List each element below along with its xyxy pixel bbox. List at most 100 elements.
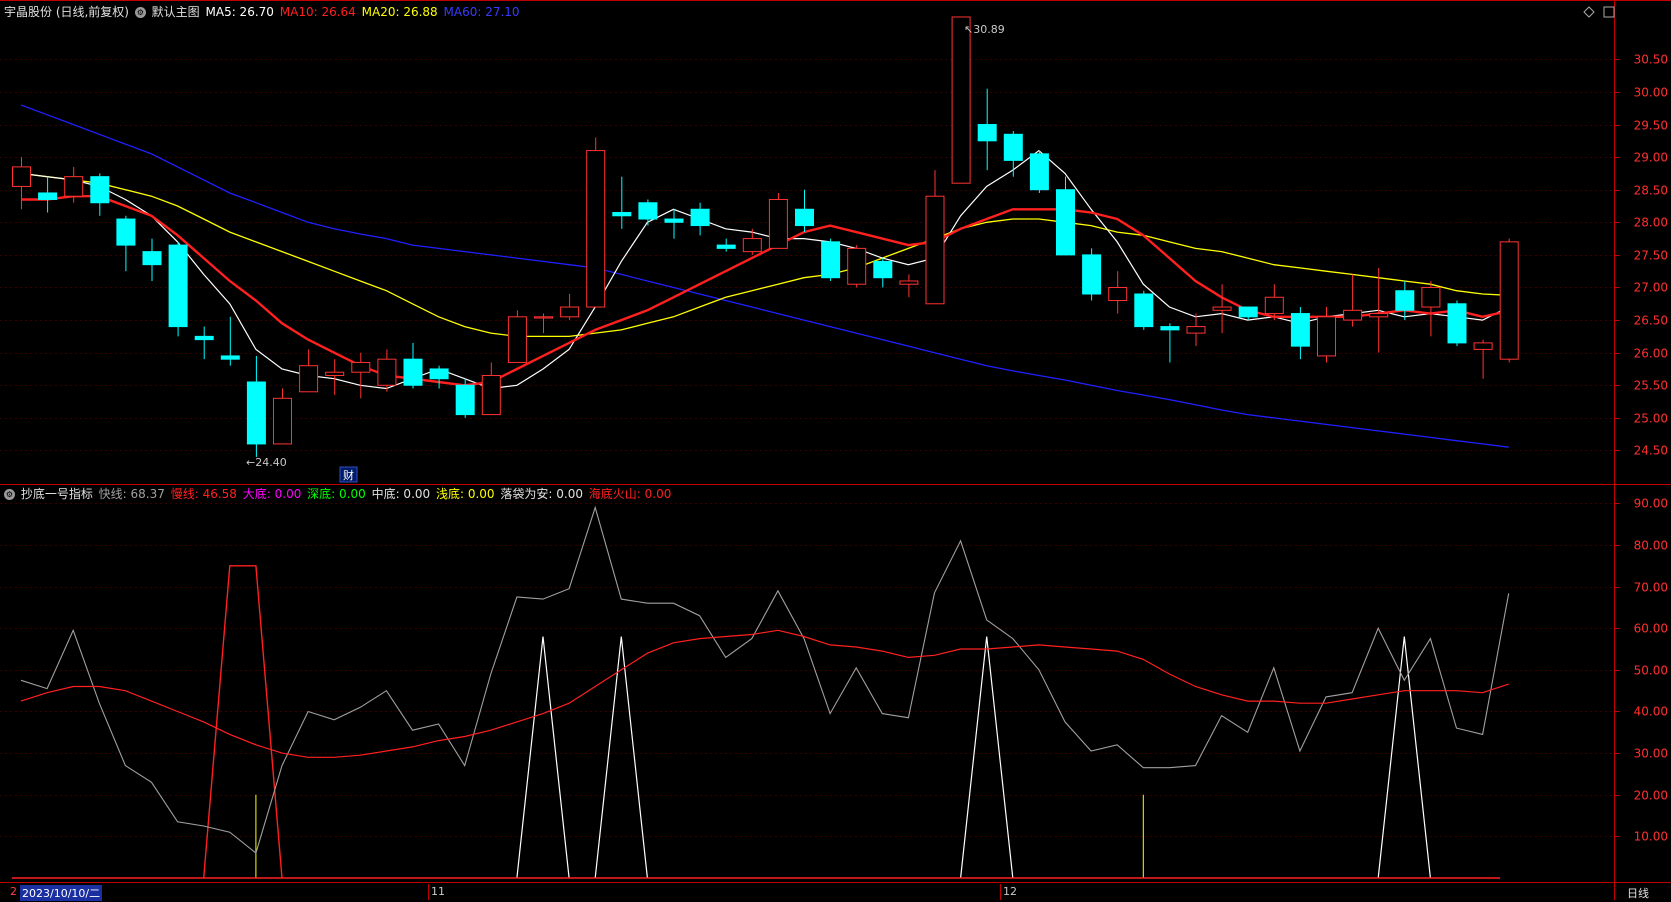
candle [246,355,266,457]
candle-body-down [142,251,162,266]
candle [690,202,710,236]
candle [1499,238,1519,363]
price-tick-label: 29.50 [1634,119,1668,133]
candle-body-down [38,192,58,200]
candle [951,16,971,184]
candle [586,137,606,308]
candle [220,316,240,366]
price-tick-label: 29.00 [1634,151,1668,165]
indicator-settings-icon[interactable]: ⚙ [4,489,15,500]
indicator-grid [0,503,1614,837]
candle [1029,150,1049,193]
price-tick-label: 30.50 [1634,53,1668,67]
candle-body-down [403,358,423,386]
candle-body-down [168,244,188,328]
candle [638,199,658,226]
high-price-label: ↖30.89 [964,23,1005,36]
big-bottom-signal [203,565,283,879]
price-tick-label: 24.50 [1634,444,1668,458]
candlestick-series[interactable] [12,16,1519,457]
ma-lines [20,104,1509,448]
candle [1447,300,1467,347]
finance-marker[interactable]: 财 [343,467,354,483]
candle-body-down [429,368,449,380]
indicator-axis: 10.00 20.00 30.00 40.00 50.00 60.00 70.00 80.00… [1614,497,1668,844]
price-tick-label: 30.00 [1634,86,1668,100]
candle-body-down [1003,133,1023,161]
candle-body-down [664,218,684,223]
fast-line-value: 快线: 68.37 [98,487,165,501]
candle-body-down [90,176,110,204]
window-icon[interactable] [1603,6,1615,18]
candle [612,176,632,229]
candle-body-down [455,384,475,416]
price-tick-label: 27.50 [1634,249,1668,263]
candle-body-up [1499,241,1519,360]
candle-body-up [481,374,501,416]
candle-body-up [299,365,319,393]
candle [1343,274,1363,327]
candle [116,215,136,272]
candle [1473,339,1493,379]
ma5-value: MA5: 26.70 [205,5,274,19]
big-bottom-value: 大底: 0.00 [242,487,302,501]
slow-line [20,629,1509,758]
candle-body-down [1134,293,1154,328]
candle-body-down [977,124,997,142]
candle-body-up [925,195,945,305]
candle-body-up [951,16,971,184]
candle [742,228,762,255]
candle [299,349,319,393]
indicator-name[interactable]: 抄底一号指标 [21,487,93,501]
candle-body-down [194,335,214,341]
candle-body-down [1029,153,1049,191]
candle [560,294,580,321]
candle-body-up [1317,316,1336,357]
candle [1212,284,1232,334]
candle-body-down [821,241,841,279]
template-label[interactable]: 默认主图 [152,5,200,19]
safe-signal [594,636,648,879]
safe-value: 落袋为安: 0.00 [500,487,583,501]
candle-body-down [116,218,136,246]
candle-body-up [1369,313,1389,318]
stock-title[interactable]: 宇晶股份 (日线,前复权) [4,5,129,19]
candle-body-up [351,361,371,373]
candle-body-down [1160,326,1180,331]
candle [142,238,162,281]
candle [1186,313,1206,347]
candle [38,176,58,213]
candle-body-up [1108,286,1128,302]
candle-body-up [847,247,867,285]
cursor-date-label[interactable]: 2023/10/10/二 [20,885,103,901]
candle [273,388,292,445]
ma20-value: MA20: 26.88 [361,5,438,19]
indicator-tick-label: 50.00 [1634,664,1668,678]
ma5-line [20,149,1509,390]
candle-body-down [873,260,893,279]
candle-body-down [1238,306,1258,318]
price-tick-label: 28.50 [1634,184,1668,198]
candle [377,349,397,392]
indicator-tick-label: 90.00 [1634,497,1668,511]
candle [1134,290,1154,330]
main-grid [0,59,1614,451]
period-label[interactable]: 日线 [1627,885,1649,901]
candle [325,359,345,396]
candle-body-up [1212,306,1232,311]
deep-bottom-value: 深底: 0.00 [307,487,366,501]
candle-body-down [716,244,736,249]
candle-body-up [273,397,292,445]
candle-body-up [586,150,606,308]
candle [1108,271,1128,314]
candle [899,274,919,298]
settings-icon[interactable]: ⚙ [134,7,146,18]
chart-canvas[interactable]: 24.50 25.00 25.50 26.00 26.50 27.00 27.50 28.00… [0,0,1671,902]
candle-body-down [220,355,240,360]
diamond-icon[interactable] [1583,6,1595,18]
candle [847,245,867,288]
candle-body-down [1447,303,1467,344]
month-label-11: 11 [431,885,445,898]
indicator-header: ⚙ 抄底一号指标 快线: 68.37 慢线: 46.58 大底: 0.00 深底… [4,484,673,504]
candle-body-down [1082,254,1102,295]
